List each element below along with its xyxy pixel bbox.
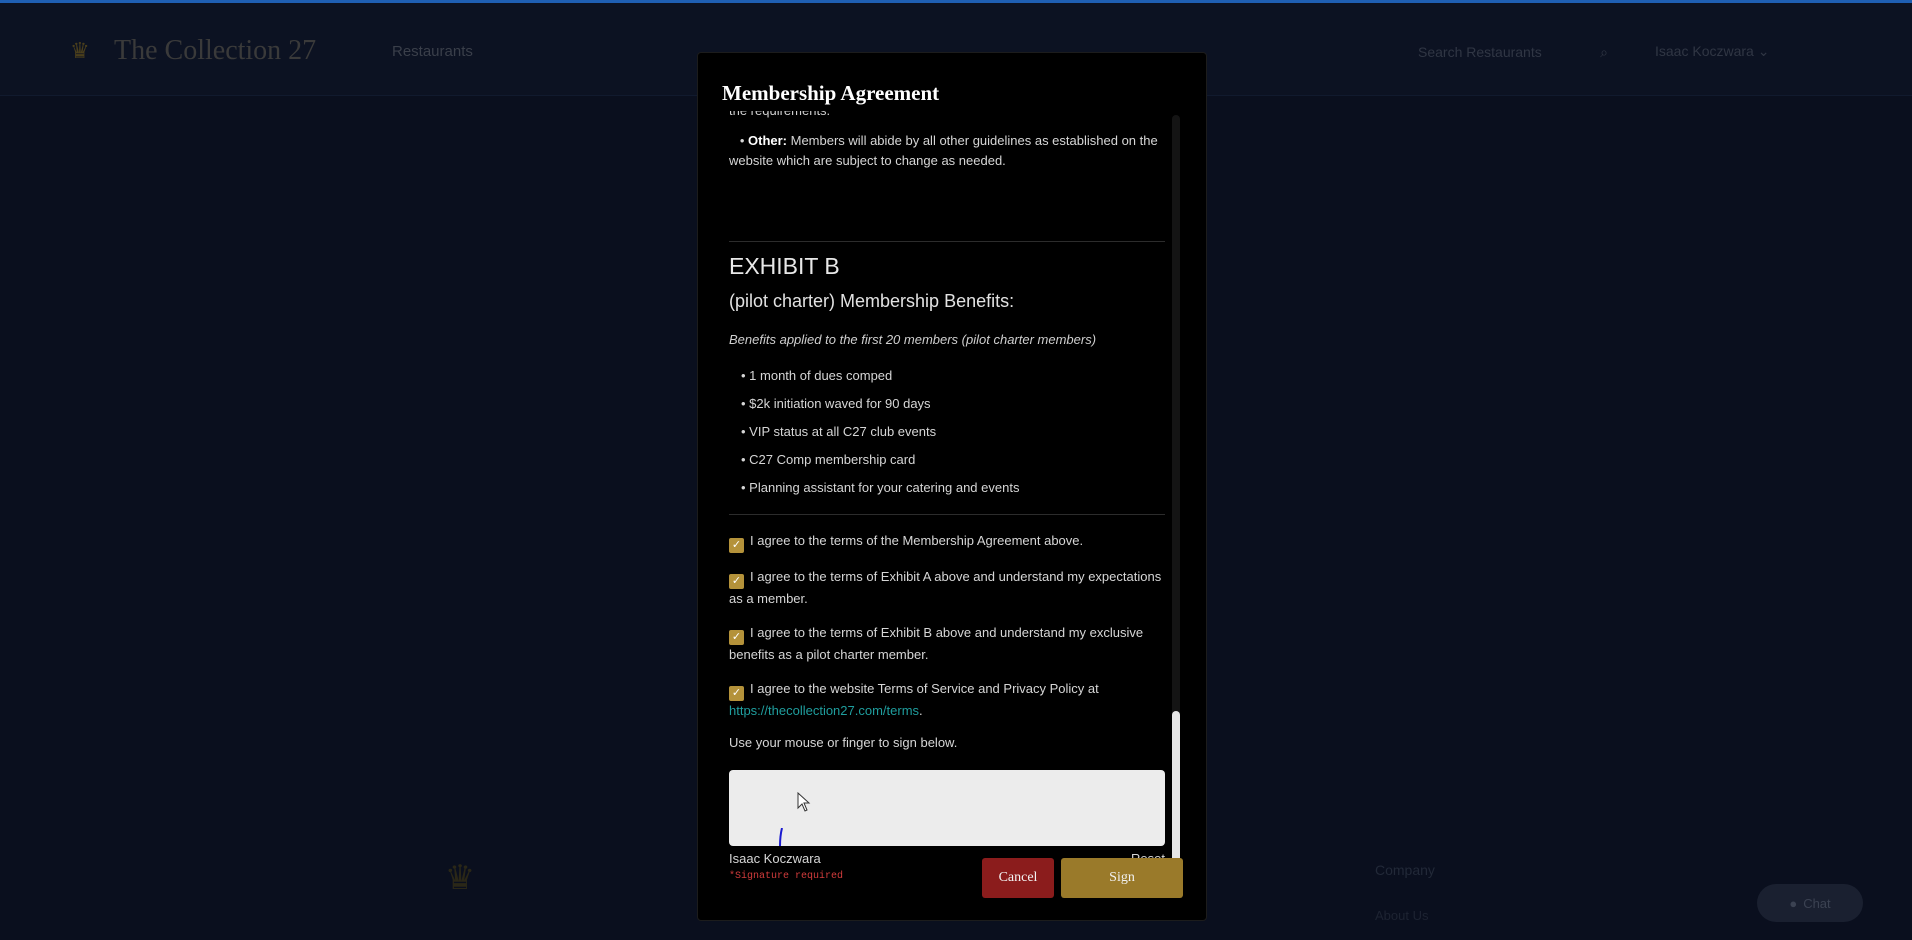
chat-icon: ● <box>1789 895 1798 911</box>
exhibit-b-note: Benefits applied to the first 20 members… <box>729 332 1097 347</box>
search-icon: ⌕ <box>1600 43 1608 60</box>
benefit-text: VIP status at all C27 club events <box>749 424 937 439</box>
sign-button[interactable]: Sign <box>1061 858 1183 898</box>
background-logo-text: The Collection 27 <box>114 35 317 66</box>
background-logo: ♛ The Collection 27 <box>70 35 316 67</box>
benefit-text: $2k initiation waved for 90 days <box>749 396 931 411</box>
exhibit-b-subtitle: (pilot charter) Membership Benefits: <box>729 291 1015 311</box>
background-user-menu: Isaac Koczwara ⌄ <box>1655 43 1769 60</box>
benefit-item: • 1 month of dues comped <box>741 368 893 383</box>
cancel-button[interactable]: Cancel <box>982 858 1054 898</box>
agreement-text: I agree to the terms of the Membership A… <box>750 533 1084 548</box>
exhibit-b-title: EXHIBIT B <box>729 253 840 279</box>
benefit-text: Planning assistant for your catering and… <box>749 480 1020 495</box>
agreement-checkbox-row[interactable]: ✓ I agree to the website Terms of Service… <box>729 679 1165 721</box>
divider <box>729 241 1165 242</box>
agreement-text: I agree to the website Terms of Service … <box>750 681 1099 696</box>
background-chat-label: Chat <box>1803 895 1831 911</box>
checkbox-checked-icon[interactable]: ✓ <box>729 574 744 589</box>
divider <box>729 514 1165 515</box>
agreement-checkbox-row[interactable]: ✓ I agree to the terms of the Membership … <box>729 531 1165 553</box>
other-guideline: • Other: Members will abide by all other… <box>729 133 1158 168</box>
modal-title: Membership Agreement <box>722 81 940 105</box>
sign-instruction: Use your mouse or finger to sign below. <box>729 735 958 750</box>
agreement-scroll-area[interactable]: the requirements. • Other: Members will … <box>729 111 1165 901</box>
background-footer-logo: ♛ <box>444 860 476 897</box>
other-text: Members will abide by all other guidelin… <box>729 133 1158 168</box>
background-footer-link: About Us <box>1375 908 1429 923</box>
background-footer-heading: Company <box>1375 862 1435 878</box>
checkbox-checked-icon[interactable]: ✓ <box>729 538 744 553</box>
other-label: Other: <box>748 133 787 148</box>
agreement-text: I agree to the terms of Exhibit A above … <box>729 569 1162 606</box>
terms-suffix: . <box>919 703 923 718</box>
benefit-item: • VIP status at all C27 club events <box>741 424 937 439</box>
benefit-item: • Planning assistant for your catering a… <box>741 480 1020 495</box>
agreement-checkbox-row[interactable]: ✓ I agree to the terms of Exhibit A above… <box>729 567 1165 609</box>
agreement-checkbox-row[interactable]: ✓ I agree to the terms of Exhibit B above… <box>729 623 1165 665</box>
crown-icon: ♛ <box>70 38 90 63</box>
membership-agreement-modal: Membership Agreement the requirements. •… <box>697 52 1207 921</box>
background-search: Search Restaurants ⌕ <box>1418 39 1608 65</box>
background-nav-restaurants: Restaurants <box>392 43 473 60</box>
signer-name: Isaac Koczwara <box>729 851 821 866</box>
signature-error: *Signature required <box>729 871 844 882</box>
signature-pad[interactable] <box>729 770 1165 846</box>
benefit-item: • C27 Comp membership card <box>741 452 916 467</box>
chevron-down-icon: ⌄ <box>1757 43 1770 59</box>
benefit-item: • $2k initiation waved for 90 days <box>741 396 931 411</box>
background-chat-button: ● Chat <box>1757 884 1863 922</box>
checkbox-checked-icon[interactable]: ✓ <box>729 630 744 645</box>
checkbox-checked-icon[interactable]: ✓ <box>729 686 744 701</box>
terms-link[interactable]: https://thecollection27.com/terms <box>729 703 919 718</box>
mouse-cursor-icon <box>797 792 811 812</box>
signature-stroke <box>779 828 783 846</box>
agreement-text: I agree to the terms of Exhibit B above … <box>729 625 1144 662</box>
clipped-text-line: the requirements. <box>729 111 830 119</box>
benefit-text: 1 month of dues comped <box>749 368 893 383</box>
benefit-text: C27 Comp membership card <box>749 452 916 467</box>
background-search-placeholder: Search Restaurants <box>1418 44 1542 60</box>
background-user-name: Isaac Koczwara <box>1655 43 1754 59</box>
